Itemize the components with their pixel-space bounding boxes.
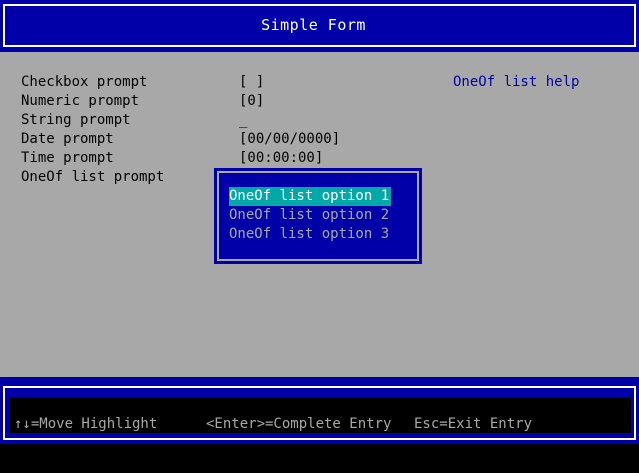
oneof-option-2[interactable]: OneOf list option 2 <box>229 206 389 225</box>
date-field[interactable]: [00/00/0000] <box>239 130 340 149</box>
numeric-prompt-label: Numeric prompt <box>21 93 140 109</box>
oneof-option-1[interactable]: OneOf list option 1 <box>229 187 392 206</box>
form-title: Simple Form <box>261 16 366 34</box>
oneof-prompt-label: OneOf list prompt <box>21 169 165 185</box>
checkbox-field[interactable]: [ ] <box>239 73 264 92</box>
header-bar: Simple Form <box>0 0 639 52</box>
checkbox-prompt-label: Checkbox prompt <box>21 74 148 90</box>
date-prompt-label: Date prompt <box>21 131 114 147</box>
numeric-field[interactable]: [0] <box>239 92 264 111</box>
string-prompt-label: String prompt <box>21 112 131 128</box>
bottom-strip <box>0 444 639 473</box>
numeric-row[interactable]: Numeric prompt [0] <box>0 92 639 111</box>
footer-bar: ↑↓=Move Highlight <Enter>=Complete Entry… <box>0 377 639 444</box>
complete-entry-hint: <Enter>=Complete Entry <box>206 416 392 432</box>
string-field[interactable]: _ <box>239 111 247 130</box>
oneof-option-3[interactable]: OneOf list option 3 <box>229 225 389 244</box>
time-prompt-label: Time prompt <box>21 150 114 166</box>
string-row[interactable]: String prompt _ <box>0 111 639 130</box>
exit-entry-hint: Esc=Exit Entry <box>414 416 533 432</box>
time-row[interactable]: Time prompt [00:00:00] <box>0 149 639 168</box>
help-text: OneOf list help <box>453 74 580 90</box>
move-highlight-hint: ↑↓=Move Highlight <box>14 416 158 432</box>
date-row[interactable]: Date prompt [00/00/0000] <box>0 130 639 149</box>
time-field[interactable]: [00:00:00] <box>239 149 323 168</box>
